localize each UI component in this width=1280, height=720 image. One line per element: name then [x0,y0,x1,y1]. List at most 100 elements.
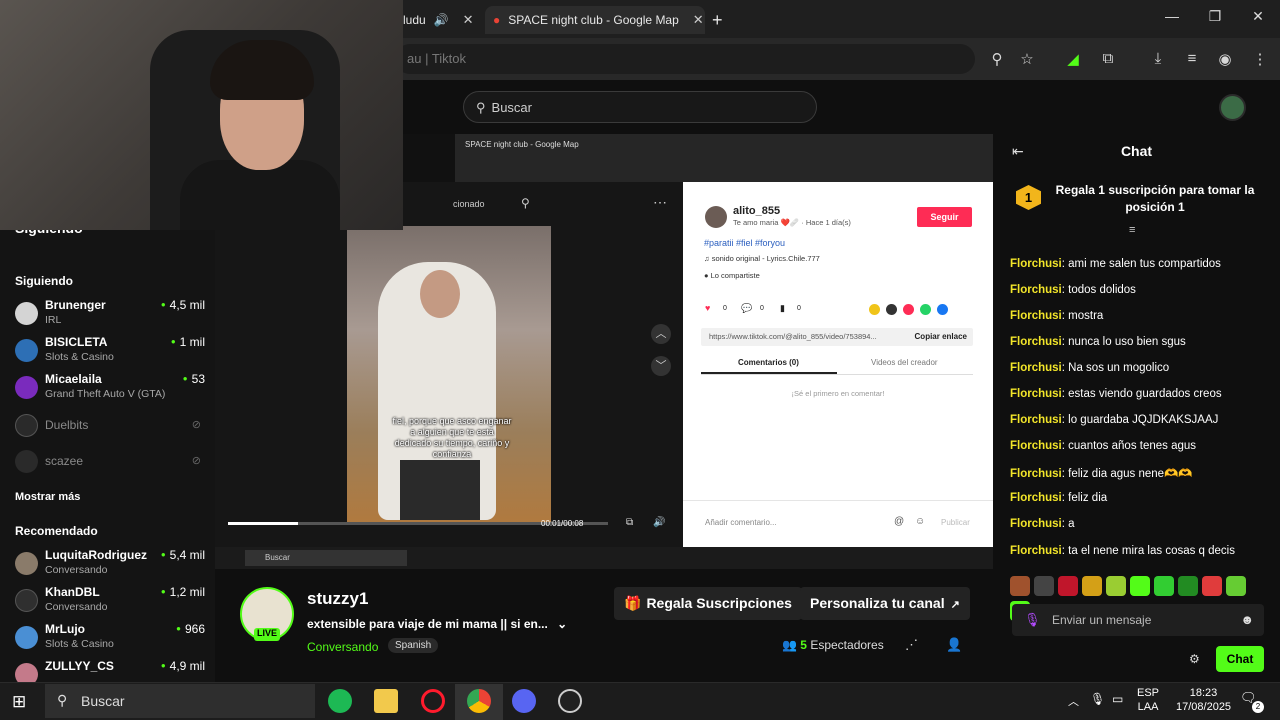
comment-icon[interactable]: 💬 [741,303,752,314]
tiktok-follow-button[interactable]: Seguir [917,207,972,227]
taskbar-clock[interactable]: 18:23 17/08/2025 [1176,686,1231,714]
microphone-tray-icon[interactable]: 🎙 [1090,692,1105,706]
download-icon[interactable]: ⤓ [1148,50,1168,70]
sidebar-channel[interactable]: Micaelaila Grand Theft Auto V (GTA) 53 [15,372,205,406]
keyboard-language[interactable]: ESP LAA [1137,686,1159,714]
embed-icon[interactable] [886,304,897,315]
address-bar[interactable]: au | Tiktok [395,44,975,74]
emote-icon[interactable] [1058,576,1078,596]
emote-icon[interactable] [1130,576,1150,596]
media-control-icon[interactable]: ≡ [1182,50,1202,70]
emote-icon[interactable] [1178,576,1198,596]
emoji-picker-icon[interactable]: ☻ [1240,612,1254,627]
pip-icon[interactable]: ⧉ [626,517,633,528]
chevron-down-icon[interactable]: ⌄ [557,617,567,631]
channel-avatar [15,552,38,575]
emoji-icon[interactable]: ☺ [915,516,925,527]
emote-icon[interactable] [1010,576,1030,596]
stream-title[interactable]: extensible para viaje de mi mama || si e… [307,617,567,631]
follow-user-icon[interactable]: 👤 [946,637,962,653]
tab-creator-videos[interactable]: Videos del creador [871,358,938,367]
minimize-button[interactable]: — [1160,8,1184,30]
tiktok-link-field[interactable]: https://www.tiktok.com/@alito_855/video/… [701,328,973,346]
close-tab-icon[interactable]: ✕ [693,12,704,28]
menu-kebab-icon[interactable]: ⋮ [1250,50,1270,70]
publish-button[interactable]: Publicar [941,518,970,527]
search-input[interactable]: ⚲ Buscar [463,91,817,123]
tray-chevron-icon[interactable]: ︿ [1068,693,1079,709]
sidebar-channel[interactable]: LuquitaRodriguez Conversando 5,4 mil [15,548,205,582]
share-icon[interactable] [869,304,880,315]
file-explorer-icon[interactable] [374,689,398,713]
chat-username[interactable]: Florchusi [1010,492,1062,504]
chat-username[interactable]: Florchusi [1010,258,1062,270]
bookmark-star-icon[interactable]: ☆ [1017,50,1037,70]
gift-subs-button[interactable]: 🎁 Regala Suscripciones [614,587,802,620]
sidebar-channel-offline[interactable]: Duelbits ⊘ [15,410,205,444]
copy-link-button[interactable]: Copiar enlace [915,332,967,341]
emote-icon[interactable] [1202,576,1222,596]
chrome-icon[interactable] [467,689,491,713]
chat-username[interactable]: Florchusi [1010,388,1062,400]
chat-text: feliz dia agus nene🫶🫶 [1068,468,1193,480]
add-comment-input[interactable]: Añadir comentario... [705,518,777,527]
tab-comments[interactable]: Comentarios (0) [738,358,799,367]
chat-username[interactable]: Florchusi [1010,518,1062,530]
zoom-icon[interactable]: ⚲ [987,50,1007,70]
stream-language-badge[interactable]: Spanish [388,638,439,653]
chat-username[interactable]: Florchusi [1010,362,1062,374]
windows-start-icon[interactable]: ⊞ [12,692,26,712]
share-icon[interactable]: ⋰ [905,637,918,653]
show-more-link[interactable]: Mostrar más [15,491,80,503]
stream-category[interactable]: Conversando [307,640,378,654]
send-icon[interactable] [903,304,914,315]
sidebar-channel[interactable]: BISICLETA Slots & Casino 1 mil [15,335,205,369]
chat-username[interactable]: Florchusi [1010,284,1062,296]
sidebar-channel[interactable]: MrLujo Slots & Casino 966 [15,622,205,656]
user-avatar[interactable] [1219,94,1246,121]
new-tab-button[interactable]: + [712,6,723,34]
chat-username[interactable]: Florchusi [1010,545,1062,557]
profile-icon[interactable]: ◉ [1215,50,1235,70]
chat-username[interactable]: Florchusi [1010,440,1062,452]
customize-channel-button[interactable]: Personaliza tu canal ↗ [800,587,970,620]
spotify-icon[interactable] [328,689,352,713]
sidebar-channel[interactable]: KhanDBL Conversando 1,2 mil [15,585,205,619]
opera-icon[interactable] [421,689,445,713]
taskbar-search[interactable]: ⚲ Buscar [45,684,315,718]
emote-icon[interactable] [1034,576,1054,596]
chat-username[interactable]: Florchusi [1010,468,1062,480]
emote-icon[interactable] [1226,576,1246,596]
streamer-name[interactable]: stuzzy1 [307,589,368,609]
save-icon[interactable]: ▮ [780,303,785,314]
emote-bar [1010,576,1272,621]
mention-icon[interactable]: @ [894,516,904,527]
network-icon[interactable]: ▭ [1112,692,1123,706]
chat-username[interactable]: Florchusi [1010,310,1062,322]
browser-tab-active[interactable]: ● SPACE night club - Google Map ✕ [485,6,705,34]
chat-username[interactable]: Florchusi [1010,414,1062,426]
chat-input[interactable]: 🎙 Enviar un mensaje ☻ [1012,604,1264,636]
browser-tab-partial[interactable]: ludu 🔊 ✕ [403,6,474,34]
extensions-icon[interactable]: ⧉ [1098,50,1118,70]
facebook-icon[interactable] [937,304,948,315]
extension-kick-icon[interactable]: ◢ [1063,50,1083,70]
chat-settings-gear-icon[interactable]: ⚙ [1189,652,1200,666]
obs-icon[interactable] [558,689,582,713]
sidebar-channel[interactable]: Brunenger IRL 4,5 mil [15,298,205,332]
whatsapp-icon[interactable] [920,304,931,315]
tiktok-hashtags[interactable]: #paratii #fiel #foryou [704,238,785,248]
maximize-button[interactable]: ❐ [1203,8,1227,30]
emote-icon[interactable] [1082,576,1102,596]
like-icon[interactable]: ♥ [705,303,710,313]
emote-icon[interactable] [1154,576,1174,596]
close-tab-icon[interactable]: ✕ [463,12,474,28]
sidebar-channel-offline[interactable]: scazee ⊘ [15,446,205,480]
chat-username[interactable]: Florchusi [1010,336,1062,348]
close-window-button[interactable]: ✕ [1246,8,1270,30]
discord-icon[interactable] [512,689,536,713]
send-chat-button[interactable]: Chat [1216,646,1264,672]
emote-icon[interactable] [1106,576,1126,596]
volume-icon[interactable]: 🔊 [653,517,665,528]
mic-icon[interactable]: 🎙 [1024,612,1041,628]
